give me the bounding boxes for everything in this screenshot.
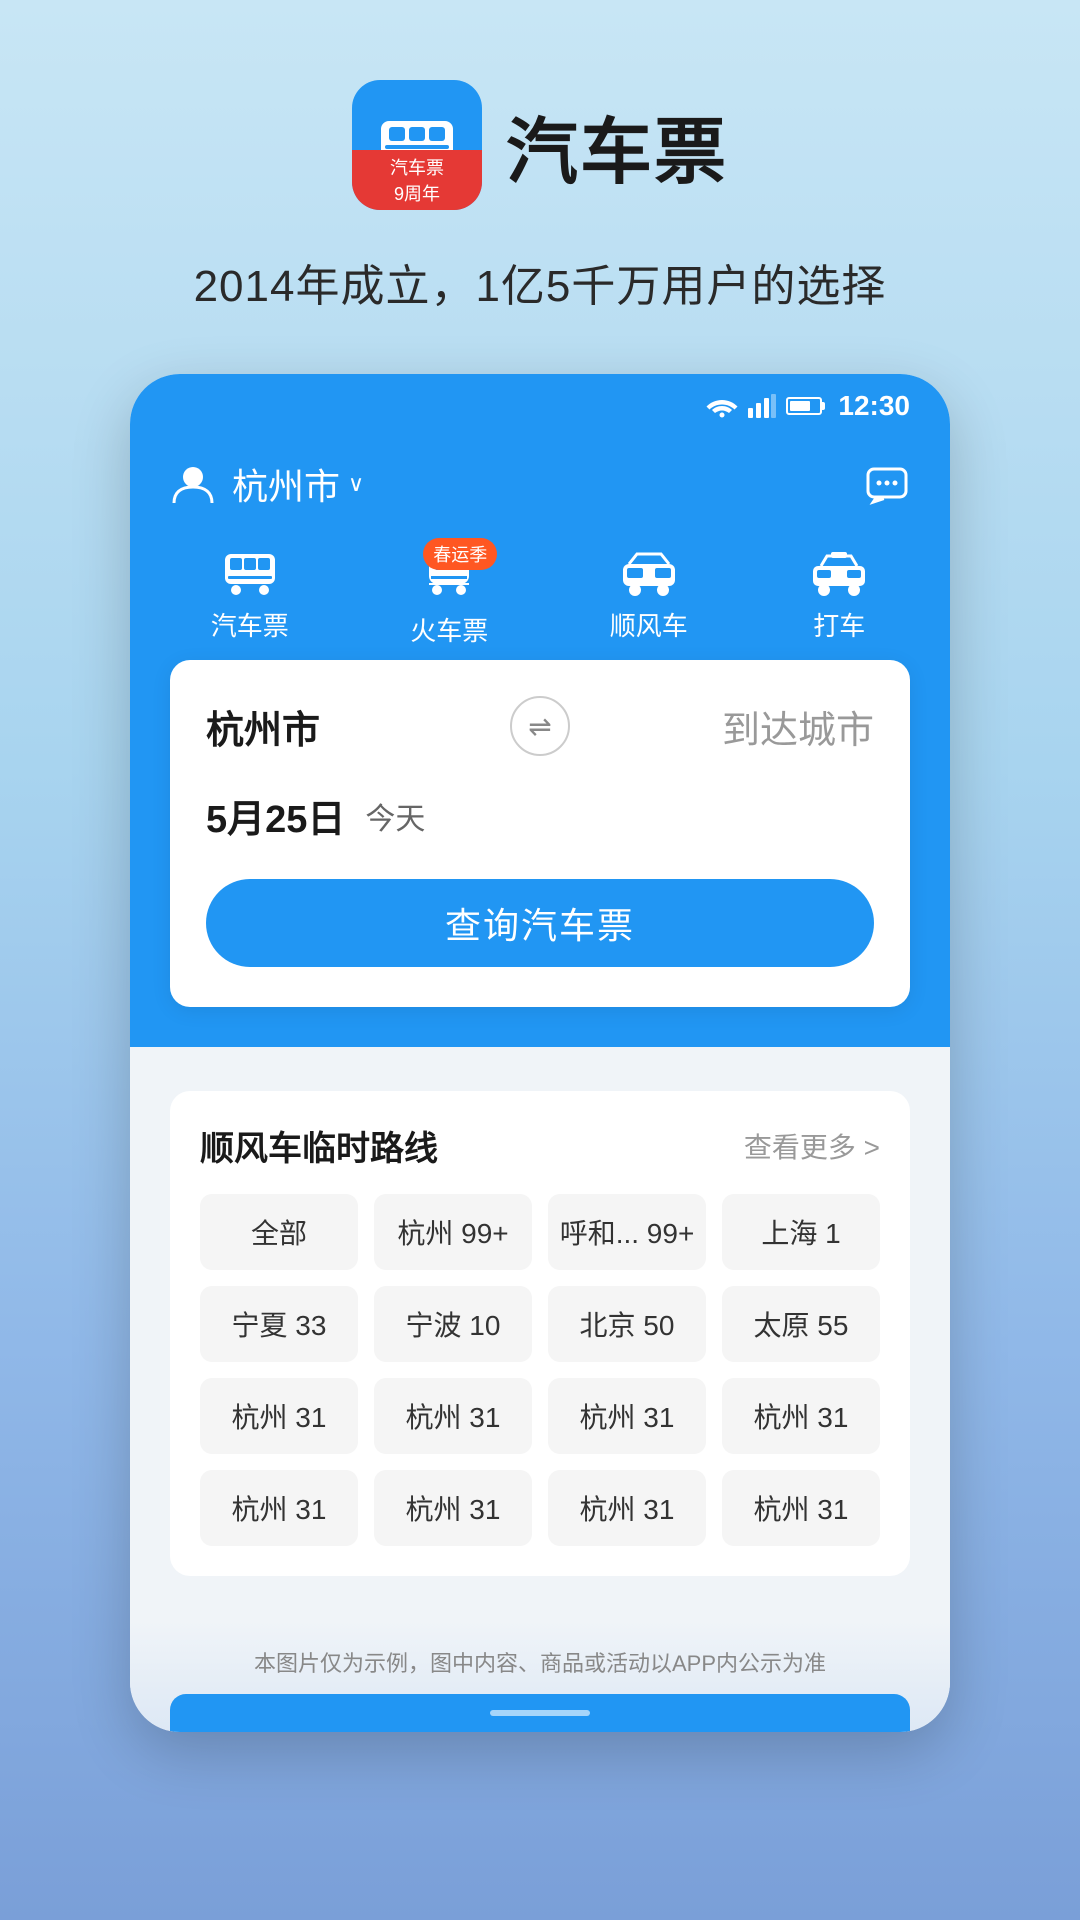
bottom-bar [170,1694,910,1732]
routes-more-link[interactable]: 查看更多 > [744,1126,880,1166]
app-bar: 杭州市 ∨ [130,438,950,540]
signal-icon [748,394,776,418]
tab-taxi-label: 打车 [813,606,865,643]
app-icon: 汽车票 9周年 [352,80,482,210]
route-tag-9[interactable]: 杭州 31 [374,1378,532,1454]
route-tag-11[interactable]: 杭州 31 [722,1378,880,1454]
status-bar: 12:30 [130,374,950,438]
tab-bus-label: 汽车票 [211,606,289,643]
route-tag-1[interactable]: 杭州 99+ [374,1194,532,1270]
routes-header: 顺风车临时路线 查看更多 > [200,1121,880,1170]
app-icon-badge: 汽车票 9周年 [352,150,482,210]
route-tag-13[interactable]: 杭州 31 [374,1470,532,1546]
user-avatar-icon [170,461,216,507]
routes-title: 顺风车临时路线 [200,1121,438,1170]
route-tag-5[interactable]: 宁波 10 [374,1286,532,1362]
routes-grid: 全部杭州 99+呼和... 99+上海 1 宁夏 33宁波 10北京 50太原 5… [200,1194,880,1546]
taxi-tab-icon [809,550,869,596]
rideshare-tab-icon [619,550,679,596]
tab-train[interactable]: 春运季 火车票 [410,550,488,648]
date-selector[interactable]: 5月25日 今天 [206,788,874,843]
route-tag-14[interactable]: 杭州 31 [548,1470,706,1546]
route-selector: 杭州市 ⇌ 到达城市 [206,696,874,756]
app-subtitle: 2014年成立，1亿5千万用户的选择 [194,250,887,314]
route-tag-7[interactable]: 太原 55 [722,1286,880,1362]
arrival-city[interactable]: 到达城市 [590,699,874,754]
swap-button[interactable]: ⇌ [510,696,570,756]
spring-badge: 春运季 [423,538,497,570]
message-icon[interactable] [864,461,910,507]
route-tag-8[interactable]: 杭州 31 [200,1378,358,1454]
app-container: 汽车票 9周年 汽车票 2014年成立，1亿5千万用户的选择 [0,0,1080,1732]
status-icons [706,394,822,418]
bus-tab-icon [222,550,278,596]
routes-section: 顺风车临时路线 查看更多 > 全部杭州 99+呼和... 99+上海 1 宁夏 3… [170,1091,910,1576]
city-name: 杭州市 [232,458,340,510]
route-tag-12[interactable]: 杭州 31 [200,1470,358,1546]
user-area[interactable]: 杭州市 ∨ [170,458,364,510]
tab-rideshare[interactable]: 顺风车 [610,550,688,648]
date-text: 5月25日 [206,788,345,843]
route-tag-0[interactable]: 全部 [200,1194,358,1270]
app-header: 汽车票 9周年 汽车票 2014年成立，1亿5千万用户的选择 [0,0,1080,374]
app-title: 汽车票 [506,93,728,198]
today-badge: 今天 [365,794,425,838]
city-selector[interactable]: 杭州市 ∨ [232,458,364,510]
status-time: 12:30 [838,390,910,422]
route-tag-6[interactable]: 北京 50 [548,1286,706,1362]
tab-rideshare-label: 顺风车 [610,606,688,643]
tab-taxi[interactable]: 打车 [809,550,869,648]
route-tag-15[interactable]: 杭州 31 [722,1470,880,1546]
swap-icon: ⇌ [528,710,551,743]
search-card: 杭州市 ⇌ 到达城市 5月25日 今天 查询汽车票 [170,660,910,1007]
departure-city[interactable]: 杭州市 [206,699,490,754]
tab-train-label: 火车票 [410,611,488,648]
route-tag-4[interactable]: 宁夏 33 [200,1286,358,1362]
search-button[interactable]: 查询汽车票 [206,879,874,967]
title-row: 汽车票 9周年 汽车票 [352,80,728,210]
battery-icon [786,397,822,415]
route-tag-10[interactable]: 杭州 31 [548,1378,706,1454]
disclaimer: 本图片仅为示例，图中内容、商品或活动以APP内公示为准 [150,1630,930,1694]
phone-mockup: 12:30 杭州市 ∨ [130,374,950,1732]
tab-bus[interactable]: 汽车票 [211,550,289,648]
chevron-down-icon: ∨ [348,471,364,497]
route-tag-3[interactable]: 上海 1 [722,1194,880,1270]
route-tag-2[interactable]: 呼和... 99+ [548,1194,706,1270]
nav-tabs: 汽车票 春运季 火车票 [130,540,950,678]
home-indicator [490,1710,590,1716]
wifi-icon [706,394,738,418]
